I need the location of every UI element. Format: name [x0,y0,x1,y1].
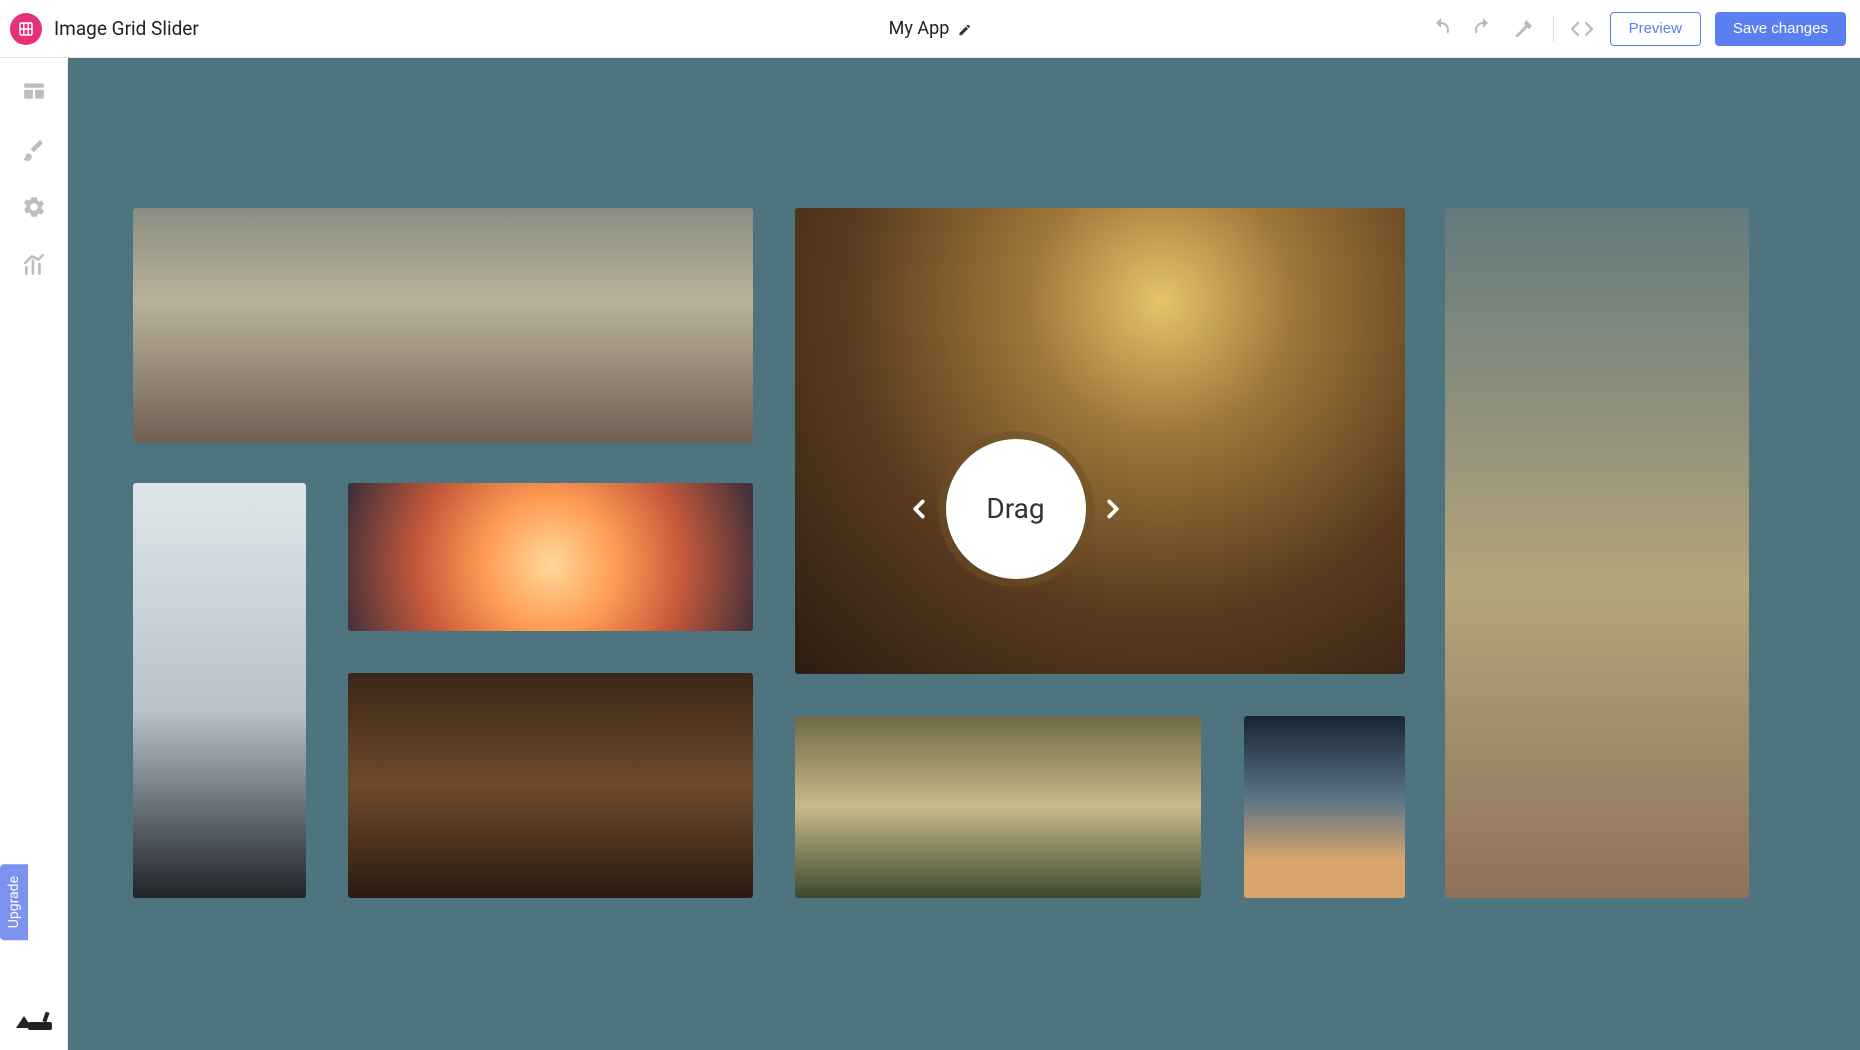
separator [1553,16,1554,42]
tile-dog[interactable] [1445,208,1749,898]
sidebar: Upgrade [0,58,68,1050]
tile-group-photo[interactable] [133,208,753,443]
analytics-icon[interactable] [19,250,49,280]
layout-icon[interactable] [19,76,49,106]
top-bar-right: Preview Save changes [1427,12,1846,46]
code-icon[interactable] [1568,15,1596,43]
drag-handle[interactable]: Drag [946,439,1086,579]
save-button[interactable]: Save changes [1715,12,1846,46]
tile-sunset[interactable] [348,483,753,631]
chevron-right-icon[interactable] [1098,494,1128,524]
top-bar-center: My App [889,18,972,39]
undo-icon[interactable] [1427,15,1455,43]
tile-cheers[interactable] [348,673,753,898]
drag-label: Drag [986,492,1044,525]
tile-skis[interactable] [133,483,306,898]
chevron-left-icon[interactable] [904,494,934,524]
redo-icon[interactable] [1469,15,1497,43]
gear-icon[interactable] [19,192,49,222]
top-bar: Image Grid Slider My App Preview Save ch… [0,0,1860,58]
image-grid-board [133,208,1749,908]
preview-button[interactable]: Preview [1610,12,1701,46]
tile-airplane[interactable] [1244,716,1405,898]
tile-leopard[interactable] [795,716,1201,898]
tile-dinner-hero[interactable] [795,208,1405,674]
hammer-icon[interactable] [1511,15,1539,43]
app-name: My App [889,18,950,39]
upgrade-button[interactable]: Upgrade [0,864,28,940]
brand-logo-icon[interactable] [10,13,42,45]
canvas[interactable]: Drag [68,58,1860,1050]
help-icon[interactable] [14,1006,54,1032]
widget-name: Image Grid Slider [54,17,199,40]
main: Upgrade Drag [0,58,1860,1050]
pencil-icon[interactable] [957,22,971,36]
top-bar-left: Image Grid Slider [10,13,199,45]
brush-icon[interactable] [19,134,49,164]
